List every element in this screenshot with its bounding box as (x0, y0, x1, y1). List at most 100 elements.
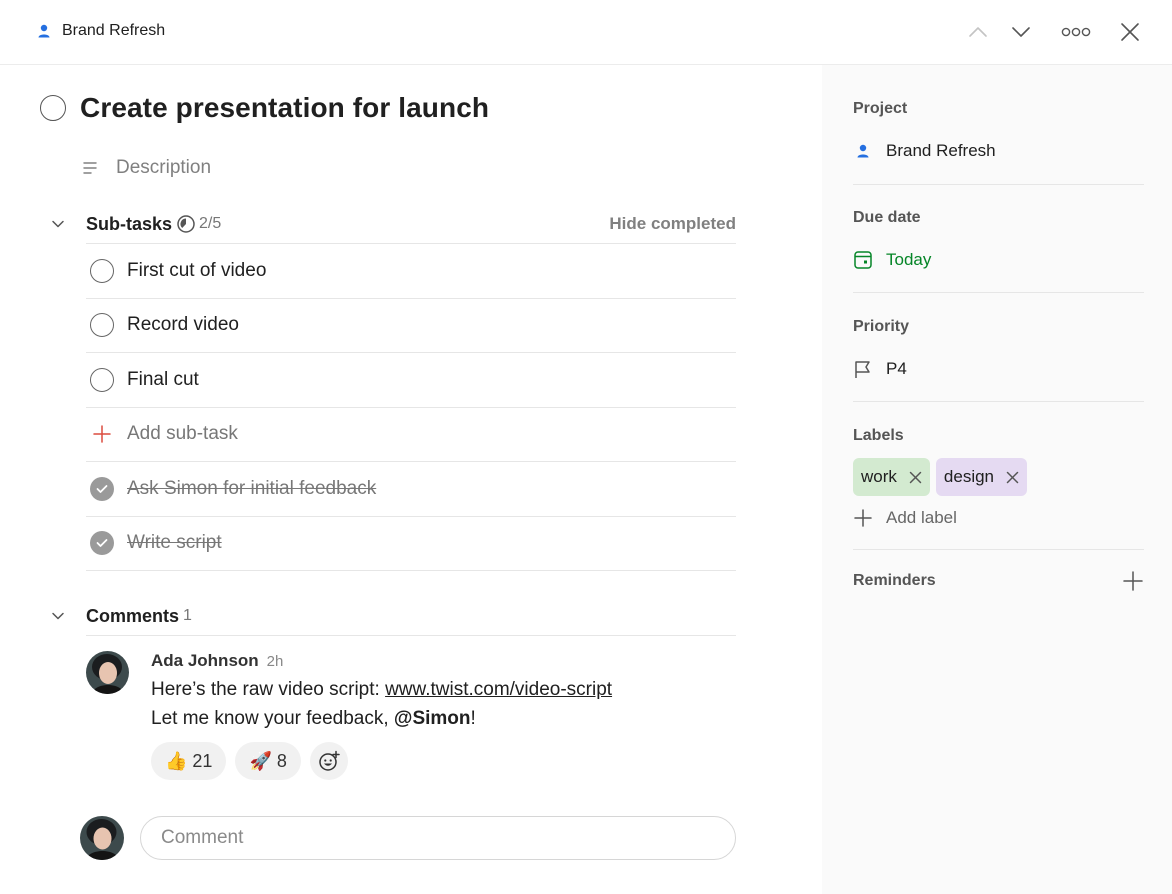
remove-label-icon[interactable] (1006, 471, 1019, 484)
subtasks-count: 2/5 (199, 215, 222, 232)
next-task-button[interactable] (1009, 20, 1033, 44)
reaction-thumbs-up[interactable]: 👍 21 (151, 742, 227, 780)
comment-mention[interactable]: @Simon (394, 708, 471, 729)
label-chip-work[interactable]: work (853, 458, 930, 496)
task-title[interactable]: Create presentation for launch (80, 92, 489, 124)
priority-selector[interactable]: P4 (853, 359, 1144, 379)
comment-text: ! (470, 708, 476, 729)
subtask-checkbox[interactable] (90, 313, 114, 338)
add-label-button[interactable]: Add label (853, 508, 1144, 528)
comment-author-avatar[interactable] (86, 651, 129, 694)
comments-header: Comments 1 (50, 599, 736, 633)
subtask-checkbox[interactable] (90, 258, 114, 283)
due-date-selector[interactable]: Today (853, 250, 1144, 270)
label-chip-name: design (943, 467, 995, 486)
close-icon (1121, 23, 1139, 41)
comment-composer (80, 816, 736, 860)
more-horizontal-icon (1061, 27, 1091, 37)
project-selector[interactable]: Brand Refresh (853, 141, 1144, 161)
subtask-label: Record video (127, 314, 239, 336)
plus-icon (854, 509, 872, 527)
reaction-rocket[interactable]: 🚀 8 (235, 742, 301, 780)
breadcrumb-project: Brand Refresh (62, 22, 166, 39)
add-reminder-plus-icon[interactable] (1122, 570, 1144, 592)
checkmark-icon (96, 539, 108, 548)
checkmark-icon (96, 484, 108, 493)
comment-timestamp: 2h (266, 653, 284, 670)
plus-icon (93, 425, 111, 443)
collapse-comments-chevron-icon[interactable] (50, 608, 66, 624)
add-subtask-button[interactable]: Add sub-task (86, 408, 736, 462)
priority-value: P4 (886, 359, 907, 378)
subtask-row[interactable]: First cut of video (86, 244, 736, 299)
comment-text-line-1: Here’s the raw video script: www.twist.c… (151, 675, 731, 704)
priority-label: Priority (853, 318, 910, 335)
project-label: Project (853, 100, 908, 117)
collapse-subtasks-chevron-icon[interactable] (50, 216, 66, 232)
subtask-row[interactable]: Final cut (86, 353, 736, 408)
add-subtask-label: Add sub-task (127, 423, 238, 445)
sidebar-divider (853, 184, 1144, 185)
label-chip-design[interactable]: design (935, 458, 1028, 496)
previous-task-button[interactable] (966, 20, 990, 44)
add-reaction-button[interactable] (309, 742, 348, 780)
completed-subtask-row[interactable]: Ask Simon for initial feedback (86, 462, 736, 517)
task-title-row: Create presentation for launch (40, 92, 489, 124)
subtasks-header: Sub-tasks 2/5 Hide completed (50, 207, 736, 241)
reminders-label: Reminders (853, 572, 936, 589)
reminders-section: Reminders (853, 570, 1144, 592)
due-date-label: Due date (853, 209, 921, 226)
sidebar-divider (853, 292, 1144, 293)
progress-pie-icon (177, 215, 195, 233)
subtask-label: Write script (127, 532, 222, 554)
due-date-value: Today (886, 250, 932, 269)
flag-icon (855, 361, 870, 378)
task-complete-checkbox[interactable] (40, 95, 66, 121)
due-date-section: Due date Today (853, 209, 1144, 270)
project-value: Brand Refresh (886, 141, 996, 160)
subtask-label: Final cut (127, 368, 199, 390)
sidebar-divider (853, 549, 1144, 550)
label-chip-name: work (861, 467, 897, 486)
current-user-avatar (80, 816, 124, 860)
completed-checkbox[interactable] (90, 531, 114, 556)
description-placeholder: Description (116, 157, 212, 178)
subtasks-title: Sub-tasks (86, 213, 173, 234)
thumbs-up-emoji: 👍 (165, 750, 188, 771)
comment-text: Here’s the raw video script: (151, 679, 386, 700)
more-actions-button[interactable] (1060, 20, 1092, 44)
project-section: Project Brand Refresh (853, 100, 1144, 161)
labels-section: Labels work design Add label (853, 427, 1144, 528)
hide-completed-button[interactable]: Hide completed (609, 214, 736, 234)
subtask-checkbox[interactable] (90, 367, 114, 392)
priority-section: Priority P4 (853, 318, 1144, 379)
add-label-text: Add label (886, 508, 957, 527)
person-icon (38, 24, 50, 38)
completed-subtask-row[interactable]: Write script (86, 517, 736, 571)
comment-author[interactable]: Ada Johnson (151, 651, 259, 671)
label-chips: work design (853, 458, 1144, 496)
subtask-list: First cut of video Record video Final cu… (86, 243, 736, 571)
description-field[interactable]: Description (83, 157, 211, 179)
reaction-count: 8 (276, 750, 287, 771)
breadcrumb[interactable]: Brand Refresh (37, 22, 165, 40)
chevron-up-icon (969, 27, 987, 37)
subtasks-progress: 2/5 (176, 214, 221, 234)
subtask-label: First cut of video (127, 259, 267, 281)
reactions-row: 👍 21 🚀 8 (151, 742, 731, 780)
remove-label-icon[interactable] (909, 471, 922, 484)
comment-link[interactable]: www.twist.com/video-script (385, 679, 612, 700)
description-icon (83, 162, 97, 174)
add-emoji-icon (319, 750, 340, 771)
completed-checkbox[interactable] (90, 476, 114, 501)
comments-title: Comments (86, 605, 180, 626)
calendar-icon (854, 251, 872, 269)
comments-count: 1 (183, 607, 192, 624)
comment-input[interactable] (140, 816, 736, 860)
task-main: Create presentation for launch Descripti… (0, 65, 822, 894)
person-icon (857, 144, 869, 158)
close-button[interactable] (1118, 20, 1142, 44)
subtask-row[interactable]: Record video (86, 299, 736, 353)
subtask-label: Ask Simon for initial feedback (127, 477, 377, 499)
task-header: Brand Refresh (0, 0, 1172, 65)
